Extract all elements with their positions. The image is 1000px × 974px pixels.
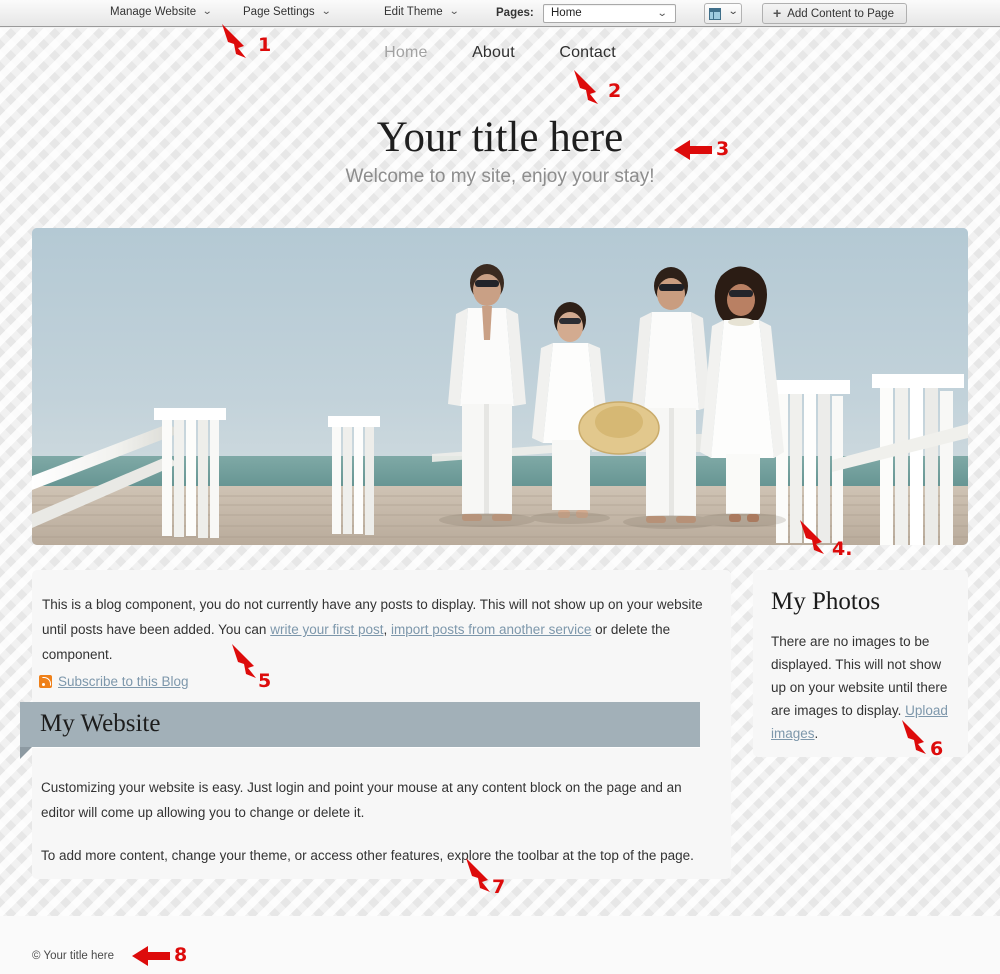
edit-theme-menu[interactable]: Edit Theme ⌄ [384, 6, 460, 18]
site-content-paragraph-1: Customizing your website is easy. Just l… [41, 780, 682, 820]
page-settings-label: Page Settings [243, 6, 315, 18]
subscribe-row[interactable]: Subscribe to this Blog [39, 674, 189, 690]
photos-component-text: There are no images to be displayed. Thi… [771, 630, 950, 745]
blog-component-text: This is a blog component, you do not cur… [42, 592, 715, 667]
chevron-down-icon: ⌄ [727, 6, 739, 17]
subscribe-to-blog-link[interactable]: Subscribe to this Blog [58, 674, 189, 689]
site-content-body: Customizing your website is easy. Just l… [41, 775, 713, 886]
write-first-post-link[interactable]: write your first post [270, 622, 383, 637]
add-content-label: Add Content to Page [787, 8, 894, 20]
manage-website-menu[interactable]: Manage Website ⌄ [110, 6, 213, 18]
site-title: Your title here [376, 114, 624, 161]
footer-copyright: © Your title here [32, 950, 114, 962]
banner-fold-decoration [20, 747, 32, 759]
layout-icon [709, 8, 721, 20]
photos-component-title: My Photos [771, 588, 881, 615]
photos-component[interactable]: My Photos There are no images to be disp… [753, 570, 968, 757]
site-content-heading: My Website [40, 710, 161, 737]
site-tagline: Welcome to my site, enjoy your stay! [345, 166, 655, 187]
chevron-down-icon: ⌄ [202, 6, 213, 17]
chevron-down-icon: ⌄ [448, 6, 460, 17]
pages-select[interactable]: Home ⌄ [543, 4, 676, 23]
site-content-paragraph-2: To add more content, change your theme, … [41, 848, 694, 863]
add-content-to-page-button[interactable]: + Add Content to Page [762, 3, 907, 24]
pages-label: Pages: [496, 7, 534, 19]
rss-icon [39, 675, 52, 688]
edit-theme-label: Edit Theme [384, 6, 443, 18]
plus-icon: + [773, 5, 782, 21]
import-posts-link[interactable]: import posts from another service [391, 622, 591, 637]
hero-photo-illustration [32, 228, 968, 545]
chevron-down-icon: ⌄ [320, 6, 332, 17]
editor-toolbar: Manage Website ⌄ Page Settings ⌄ Edit Them… [0, 0, 1000, 27]
site-content-banner: My Website [20, 702, 700, 747]
footer-band [0, 916, 1000, 974]
site-navigation: Home About Contact [0, 44, 1000, 62]
manage-website-label: Manage Website [110, 6, 197, 18]
site-nav-home[interactable]: Home [384, 44, 427, 62]
pages-select-value: Home [551, 7, 582, 19]
page-settings-menu[interactable]: Page Settings ⌄ [243, 6, 332, 18]
blog-text-comma: , [383, 622, 391, 637]
chevron-down-icon: ⌄ [656, 8, 668, 19]
hero-photo[interactable] [32, 228, 968, 545]
site-nav-about[interactable]: About [472, 44, 515, 62]
layout-button[interactable]: ⌄ [704, 3, 742, 24]
photos-text-part2: . [814, 726, 819, 741]
site-nav-contact[interactable]: Contact [559, 44, 616, 62]
